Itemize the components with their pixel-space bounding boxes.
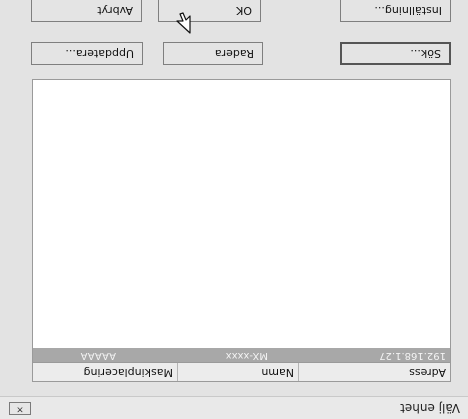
cell-address: 192.168.1.27 [379,350,446,361]
close-icon: × [16,404,24,414]
column-header-machine-location[interactable]: Maskinplacering [33,363,177,381]
device-list-header: Adress Namn Maskinplacering [33,362,450,381]
settings-button[interactable]: Inställning... [340,0,451,22]
search-button-label: Sök... [410,47,441,60]
select-device-dialog: Välj enhet × Adress Namn Maskinplacering… [0,0,468,419]
update-button-label: Uppdatera... [65,47,134,60]
close-button[interactable]: × [9,402,31,415]
device-list[interactable]: Adress Namn Maskinplacering 192.168.1.27… [32,79,451,382]
cell-name: MX-xxxx [225,350,268,361]
column-header-address[interactable]: Adress [298,363,450,381]
dialog-title: Välj enhet [400,401,460,415]
title-bar: Välj enhet × [0,396,468,419]
column-header-name[interactable]: Namn [177,363,298,381]
screen: Välj enhet × Adress Namn Maskinplacering… [0,0,468,419]
dialog-body: Adress Namn Maskinplacering 192.168.1.27… [0,0,468,396]
table-row[interactable]: 192.168.1.27 MX-xxxx AAAAA [33,348,450,362]
delete-button[interactable]: Radera [163,42,263,65]
settings-button-label: Inställning... [374,4,442,17]
cell-machine-location: AAAAA [80,350,116,361]
ok-button-label: OK [236,4,252,17]
delete-button-label: Radera [214,47,254,60]
cancel-button[interactable]: Avbryt [31,0,142,22]
search-button[interactable]: Sök... [340,42,451,65]
update-button[interactable]: Uppdatera... [31,42,143,65]
mouse-pointer-icon [176,12,191,34]
cancel-button-label: Avbryt [97,4,133,17]
